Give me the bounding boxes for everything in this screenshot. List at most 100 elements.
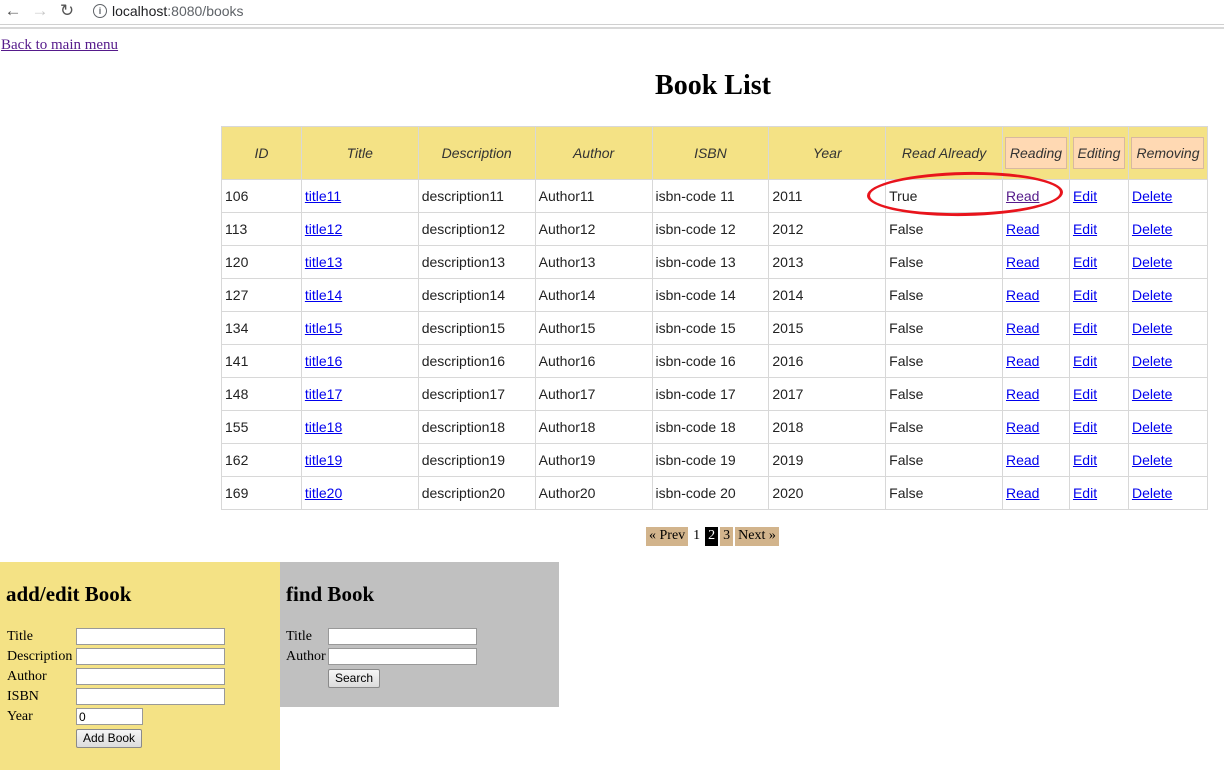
cell-title[interactable]: title20 [305,485,342,501]
read-link[interactable]: Read [1006,254,1039,270]
table-row: 134 title15 description15 Author15 isbn-code… [221,311,1209,345]
column-header-description: Description [417,126,536,180]
table-cell: Delete [1127,245,1209,279]
add-title-input[interactable] [76,628,225,645]
pagination-page-1[interactable]: 1 [690,527,703,546]
back-to-main-menu-link[interactable]: Back to main menu [1,37,118,54]
add-edit-book-panel: add/edit Book Title Description Author I… [0,562,280,770]
pagination-page-3[interactable]: 3 [720,527,734,546]
read-link[interactable]: Read [1006,386,1039,402]
delete-link[interactable]: Delete [1132,419,1172,435]
cell-year: 2018 [772,419,804,435]
edit-link[interactable]: Edit [1073,452,1097,468]
table-cell: description20 [417,476,536,510]
edit-link[interactable]: Edit [1073,386,1097,402]
cell-title[interactable]: title14 [305,287,342,303]
cell-title[interactable]: title11 [305,188,341,204]
table-cell: Author16 [534,344,653,378]
forward-arrow-icon[interactable]: → [29,1,51,23]
edit-link[interactable]: Edit [1073,188,1097,204]
edit-link[interactable]: Edit [1073,287,1097,303]
browser-toolbar: ← → ↻ i localhost:8080/books [0,0,1224,25]
cell-year: 2012 [772,221,804,237]
table-cell: Read [1001,410,1070,444]
cell-title[interactable]: title16 [305,353,342,369]
book-table-body: 106 title11 description11 Author11 isbn-code… [221,179,1209,510]
cell-title[interactable]: title15 [305,320,342,336]
delete-link[interactable]: Delete [1132,188,1172,204]
cell-description: description15 [421,320,505,336]
cell-isbn: isbn-code 15 [655,320,736,336]
table-cell: description16 [417,344,536,378]
delete-link[interactable]: Delete [1132,221,1172,237]
read-link[interactable]: Read [1006,419,1039,435]
table-cell: title14 [300,278,419,312]
cell-author: Author16 [538,353,596,369]
table-cell: Delete [1127,476,1209,510]
address-bar[interactable]: localhost:8080/books [112,3,244,19]
delete-link[interactable]: Delete [1132,254,1172,270]
read-link[interactable]: Read [1006,353,1039,369]
cell-author: Author12 [538,221,596,237]
table-cell: 120 [221,245,302,279]
delete-link[interactable]: Delete [1132,353,1172,369]
delete-link[interactable]: Delete [1132,452,1172,468]
cell-description: description17 [421,386,505,402]
site-info-icon[interactable]: i [93,4,107,18]
delete-link[interactable]: Delete [1132,386,1172,402]
table-cell: 134 [221,311,302,345]
read-link[interactable]: Read [1006,452,1039,468]
title-label: Title [7,629,33,644]
edit-link[interactable]: Edit [1073,353,1097,369]
edit-link[interactable]: Edit [1073,419,1097,435]
cell-title[interactable]: title13 [305,254,342,270]
table-row: 148 title17 description17 Author17 isbn-code… [221,377,1209,411]
find-author-input[interactable] [328,648,477,665]
url-host: localhost [112,3,168,19]
edit-link[interactable]: Edit [1073,485,1097,501]
edit-link[interactable]: Edit [1073,221,1097,237]
read-link[interactable]: Read [1006,485,1039,501]
delete-link[interactable]: Delete [1132,287,1172,303]
read-link[interactable]: Read [1006,287,1039,303]
reload-icon[interactable]: ↻ [56,1,78,23]
read-link[interactable]: Read [1006,188,1039,204]
find-title-input[interactable] [328,628,477,645]
back-arrow-icon[interactable]: ← [2,1,24,23]
read-link[interactable]: Read [1006,221,1039,237]
table-cell: Delete [1127,344,1209,378]
add-year-input[interactable] [76,708,143,725]
add-author-input[interactable] [76,668,225,685]
cell-year: 2019 [772,452,804,468]
read-link[interactable]: Read [1006,320,1039,336]
pagination-prev[interactable]: « Prev [646,527,689,546]
search-button[interactable]: Search [328,669,381,688]
cell-title[interactable]: title19 [305,452,342,468]
delete-link[interactable]: Delete [1132,320,1172,336]
add-description-input[interactable] [76,648,225,665]
cell-year: 2015 [772,320,804,336]
cell-isbn: isbn-code 14 [655,287,736,303]
add-book-button[interactable]: Add Book [76,729,143,748]
cell-year: 2017 [772,386,804,402]
delete-link[interactable]: Delete [1132,485,1172,501]
table-row: 162 title19 description19 Author19 isbn-code… [221,443,1209,477]
table-cell: isbn-code 18 [651,410,770,444]
year-label: Year [7,709,33,724]
cell-read-already: False [889,485,924,501]
cell-title[interactable]: title17 [305,386,342,402]
pagination-next[interactable]: Next » [735,527,779,546]
author-label: Author [7,669,47,684]
cell-title[interactable]: title18 [305,419,342,435]
cell-description: description14 [421,287,505,303]
cell-title[interactable]: title12 [305,221,342,237]
table-cell: title19 [300,443,419,477]
cell-id: 127 [225,287,249,303]
find-book-heading: find Book [286,582,375,606]
table-cell: Delete [1127,212,1209,246]
table-cell: Author13 [534,245,653,279]
edit-link[interactable]: Edit [1073,320,1097,336]
cell-year: 2013 [772,254,804,270]
edit-link[interactable]: Edit [1073,254,1097,270]
add-isbn-input[interactable] [76,688,225,705]
